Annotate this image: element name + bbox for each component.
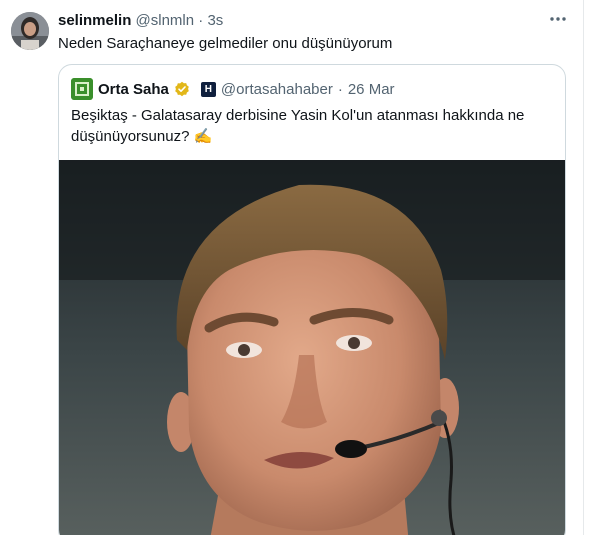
divider	[583, 0, 584, 535]
timestamp[interactable]: 3s	[207, 12, 223, 29]
quoted-author-name[interactable]: Orta Saha	[98, 81, 169, 98]
separator-dot: ·	[337, 80, 343, 98]
avatar[interactable]	[11, 12, 49, 50]
referee-photo[interactable]	[59, 160, 565, 535]
quoted-tweet[interactable]: Orta Saha H @ortasahahaber · 26 Mar Beşi…	[58, 64, 566, 535]
quoted-author-handle[interactable]: @ortasahahaber	[221, 81, 333, 98]
quoted-tweet-header: Orta Saha H @ortasahahaber · 26 Mar	[71, 78, 395, 100]
author-handle[interactable]: @slnmln	[136, 12, 195, 29]
tweet-header: selinmelin @slnmln · 3s	[58, 12, 223, 30]
quoted-date[interactable]: 26 Mar	[348, 81, 395, 98]
quoted-tweet-text: Beşiktaş - Galatasaray derbisine Yasin K…	[71, 107, 525, 145]
tweet-text: Neden Saraçhaneye gelmediler onu düşünüy…	[58, 35, 393, 52]
verified-badge-icon	[174, 81, 190, 97]
author-name[interactable]: selinmelin	[58, 12, 131, 29]
more-options-button[interactable]	[548, 9, 568, 29]
more-horizontal-icon	[550, 17, 566, 21]
tweet[interactable]: selinmelin @slnmln · 3s Neden Saraçhaney…	[0, 0, 584, 535]
affiliate-badge[interactable]: H	[200, 81, 216, 97]
orta-saha-logo[interactable]	[71, 78, 93, 100]
separator-dot: ·	[198, 12, 204, 29]
